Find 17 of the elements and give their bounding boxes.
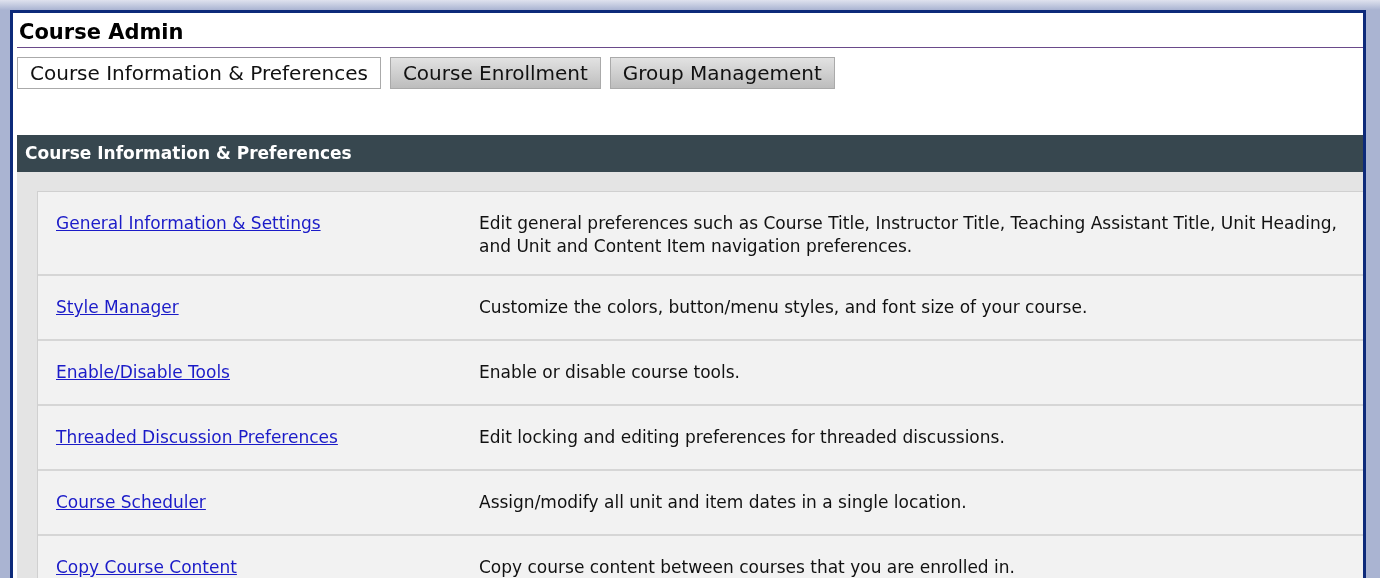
description-text: Edit general preferences such as Course Title, Instructor Title, Teaching Assistant Title, Unit Heading, and Unit and Content Item navigation preferences. [479, 212, 1338, 258]
description-text: Assign/modify all unit and item dates in a single location. [479, 491, 968, 514]
description-text: Customize the colors, button/menu styles, and font size of your course. [479, 296, 1089, 319]
settings-link[interactable]: General Information & Settings [56, 212, 321, 258]
page-title: Course Admin [17, 13, 1363, 48]
settings-link[interactable]: Course Scheduler [56, 491, 206, 514]
tab[interactable]: Course Enrollment [389, 57, 601, 89]
settings-link[interactable]: Threaded Discussion Preferences [56, 426, 338, 449]
tab[interactable]: Group Management [609, 57, 835, 89]
settings-link[interactable]: Style Manager [56, 296, 179, 319]
description-text: Edit locking and editing preferences for threaded discussions. [479, 426, 1006, 449]
settings-link[interactable]: Copy Course Content [56, 556, 237, 578]
tab[interactable]: Course Information & Preferences [17, 57, 381, 89]
description-text: Copy course content between courses that you are enrolled in. [479, 556, 1016, 578]
settings-link[interactable]: Enable/Disable Tools [56, 361, 230, 384]
description-text: Enable or disable course tools. [479, 361, 741, 384]
section-header: Course Information & Preferences [17, 135, 1363, 172]
